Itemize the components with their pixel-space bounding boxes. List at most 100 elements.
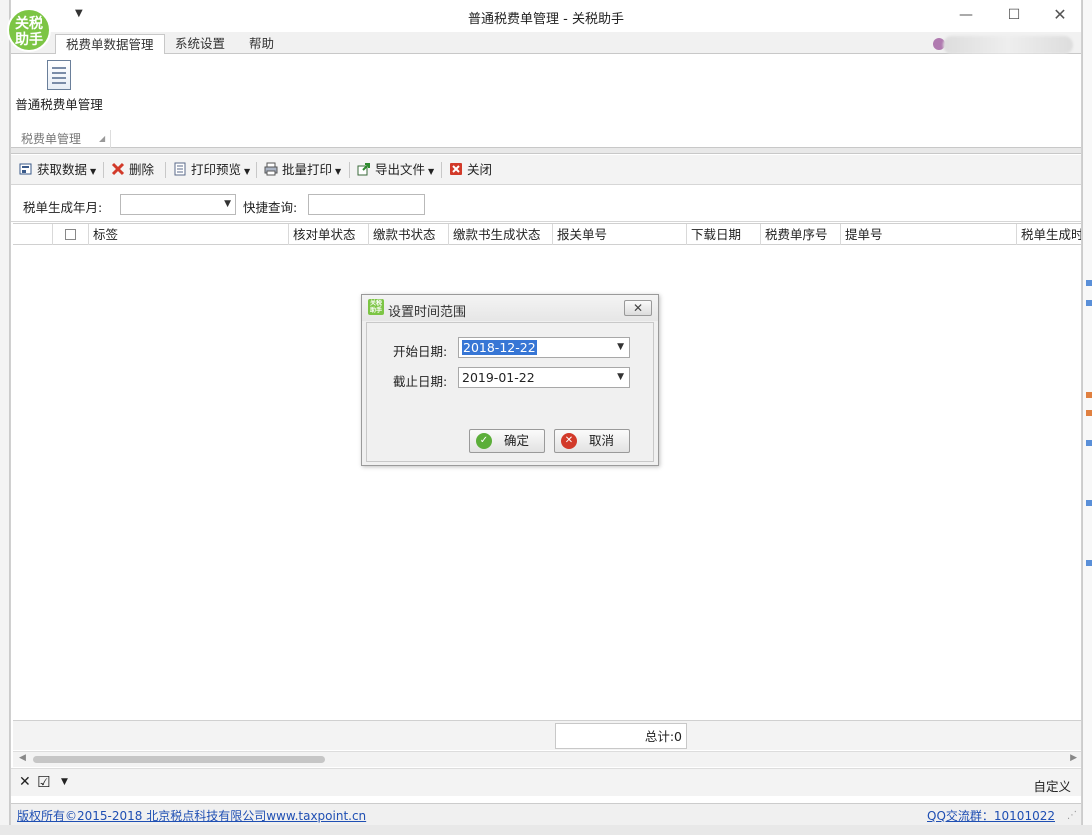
app-window: ▼ 普通税费单管理 - 关税助手 — ☐ ✕ 关税 助手 税费单数据管理 系统设置… [7,0,1082,835]
grid-filter-bar: ✕ ☑ ▼ 自定义 [11,768,1081,796]
close-panel-button[interactable]: 关闭 [449,160,492,180]
document-icon [47,60,71,90]
customize-filter-link[interactable]: 自定义 [1033,776,1071,795]
status-bar: 版权所有©2015-2018 北京税点科技有限公司www.taxpoint.cn… [11,803,1081,825]
fetch-data-button[interactable]: 获取数据 ▼ [19,160,96,180]
row-indicator-header [13,224,53,245]
export-file-button[interactable]: 导出文件 ▼ [357,160,434,180]
group-launcher-icon[interactable]: ◢ [99,134,105,143]
toolbar-separator [165,162,166,178]
end-date-value: 2019-01-22 [462,370,535,385]
quick-search-label: 快捷查询: [243,200,298,215]
maximize-button[interactable]: ☐ [999,4,1029,26]
dialog-title: 设置时间范围 [388,305,467,320]
dialog-app-icon: 关税 助手 [368,299,384,315]
select-all-header[interactable] [53,224,89,245]
tab-fee-data-management[interactable]: 税费单数据管理 [55,34,165,55]
column-header-tag[interactable]: 标签 [89,224,289,245]
export-icon [357,163,370,176]
tab-help[interactable]: 帮助 [239,34,284,54]
column-header-payment-generation-status[interactable]: 缴款书生成状态 [449,224,553,245]
printer-icon [264,162,278,176]
tab-system-settings[interactable]: 系统设置 [165,34,235,54]
delete-icon [111,162,125,176]
batch-print-button[interactable]: 批量打印 ▼ [264,160,341,180]
toolbar-separator [103,162,104,178]
filter-row: 税单生成年月: ▼ 快捷查询: [11,186,1081,222]
column-header-bill-of-lading[interactable]: 提单号 [841,224,1017,245]
chevron-down-icon[interactable]: ▼ [617,338,624,357]
general-fee-management-label: 普通税费单管理 [15,97,103,112]
fetch-data-caret-icon: ▼ [90,167,97,176]
resize-grip-icon[interactable]: ⋰ [1067,810,1077,821]
start-date-picker[interactable]: 2018-12-22 ▼ [458,337,630,358]
ok-button[interactable]: ✓ 确定 [469,429,545,453]
clear-filter-icon[interactable]: ✕ [19,774,31,790]
end-date-label: 截止日期: [393,374,448,389]
ribbon-panel: 普通税费单管理 税费单管理 ◢ [11,54,1081,148]
column-header-tax-generation-time[interactable]: 税单生成时 [1017,224,1081,245]
delete-label: 删除 [129,162,155,177]
start-date-value: 2018-12-22 [462,340,537,355]
quick-search-input[interactable] [308,194,425,215]
qq-group-link[interactable]: QQ交流群：10101022 [927,807,1055,824]
print-preview-button[interactable]: 打印预览 ▼ [173,160,250,180]
delete-button[interactable]: 删除 [111,160,154,180]
ribbon-tab-bar: 税费单数据管理 系统设置 帮助 [11,32,1081,55]
scroll-left-icon[interactable]: ◀ [19,753,26,763]
time-range-dialog: 关税 助手 设置时间范围 ✕ 开始日期: 2018-12-22 ▼ 截止日期: 2… [361,294,659,466]
general-fee-management-button[interactable]: 普通税费单管理 [15,58,103,122]
export-file-label: 导出文件 [375,162,426,177]
copyright-link[interactable]: 版权所有©2015-2018 北京税点科技有限公司www.taxpoint.cn [17,807,366,824]
dialog-close-button[interactable]: ✕ [624,300,652,316]
app-logo: 关税 助手 [7,8,51,52]
print-preview-label: 打印预览 [191,162,242,177]
horizontal-scrollbar[interactable]: ◀ ▶ [13,751,1081,767]
summary-row: 总计:0 [13,720,1081,750]
scroll-right-icon[interactable]: ▶ [1070,753,1077,763]
window-title: 普通税费单管理 - 关税助手 [468,12,624,27]
close-icon [450,163,462,175]
toolbar-separator [349,162,350,178]
scrollbar-thumb[interactable] [33,756,325,763]
column-header-download-date[interactable]: 下载日期 [687,224,761,245]
cancel-label: 取消 [589,433,615,448]
grid-toolbar: 获取数据 ▼ 删除 打印预览 ▼ 批量打印 ▼ 导出文件 ▼ 关闭 [11,155,1081,185]
filter-dropdown-icon[interactable]: ▼ [61,777,68,787]
check-icon: ✓ [476,433,492,449]
batch-print-label: 批量打印 [282,162,333,177]
cancel-icon: ✕ [561,433,577,449]
user-info-blurred [943,36,1073,54]
fetch-data-icon [19,163,32,175]
close-panel-label: 关闭 [467,162,493,177]
filter-enabled-checkbox[interactable]: ☑ [37,773,50,791]
dialog-title-bar: 关税 助手 设置时间范围 ✕ [362,295,658,321]
end-date-picker[interactable]: 2019-01-22 ▼ [458,367,630,388]
export-caret-icon: ▼ [428,167,435,176]
chevron-down-icon: ▼ [224,199,231,209]
minimize-button[interactable]: — [951,4,981,26]
ribbon-group-label: 税费单管理 [11,130,111,148]
toolbar-separator [256,162,257,178]
toolbar-separator [441,162,442,178]
cancel-button[interactable]: ✕ 取消 [554,429,630,453]
month-label: 税单生成年月: [23,200,103,215]
batch-print-caret-icon: ▼ [335,167,342,176]
select-all-checkbox[interactable] [65,229,76,240]
column-header-fee-sequence[interactable]: 税费单序号 [761,224,841,245]
background-window-left-edge [0,0,10,835]
total-count: 总计:0 [555,723,687,749]
close-window-button[interactable]: ✕ [1045,4,1075,26]
ok-label: 确定 [504,433,530,448]
print-preview-caret-icon: ▼ [244,167,251,176]
month-select[interactable]: ▼ [120,194,236,215]
column-header-payment-status[interactable]: 缴款书状态 [369,224,449,245]
print-preview-icon [174,162,186,176]
chevron-down-icon[interactable]: ▼ [617,368,624,387]
column-header-check-status[interactable]: 核对单状态 [289,224,369,245]
background-taskbar-strip [0,825,1092,835]
ribbon-divider [11,148,1081,154]
grid-header: 标签 核对单状态 缴款书状态 缴款书生成状态 报关单号 下载日期 税费单序号 提… [13,223,1081,245]
title-bar: ▼ 普通税费单管理 - 关税助手 — ☐ ✕ [11,0,1081,32]
column-header-declaration-number[interactable]: 报关单号 [553,224,687,245]
